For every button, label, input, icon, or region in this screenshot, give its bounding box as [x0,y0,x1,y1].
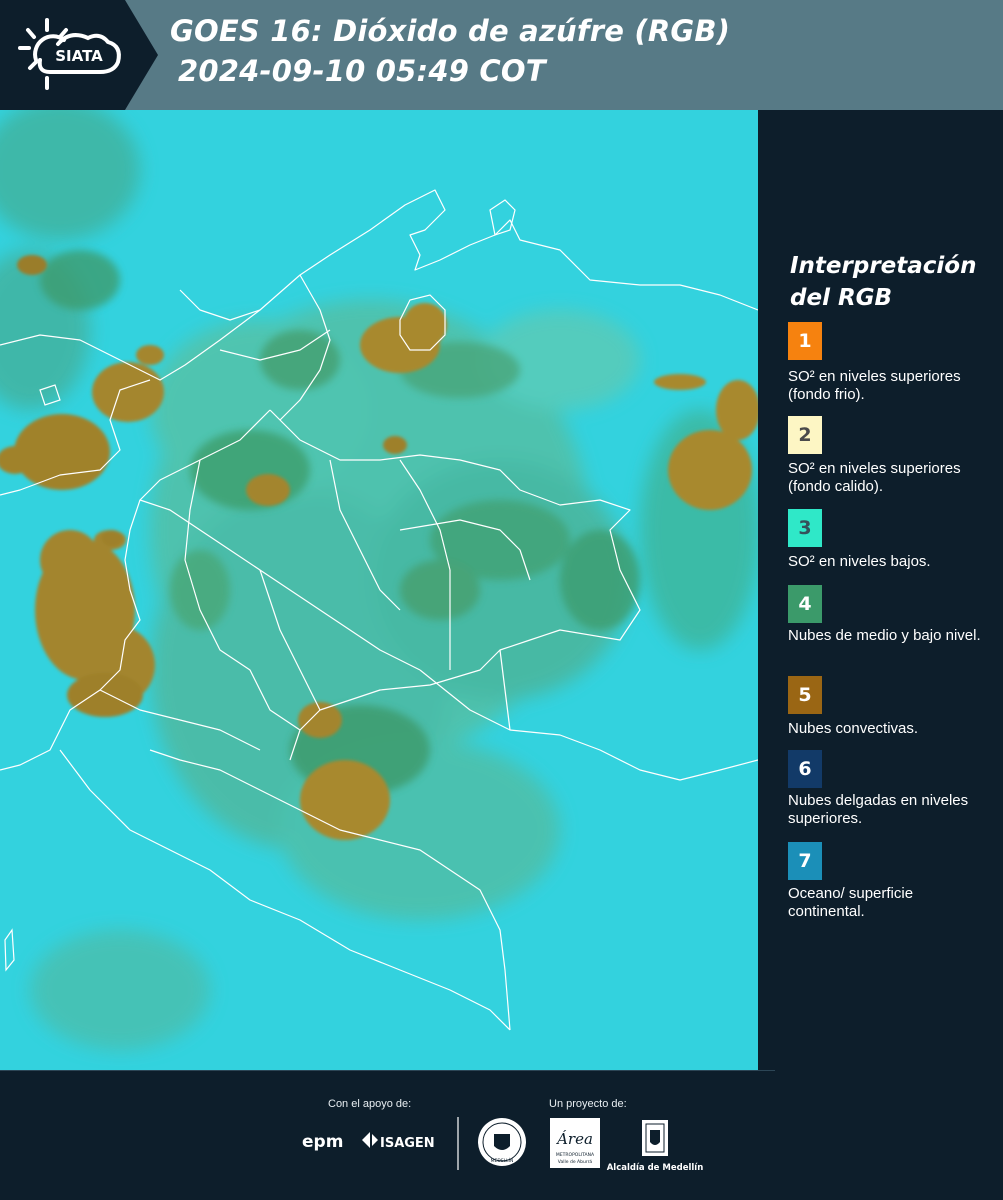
legend-panel: Interpretación del RGB 1 SO² en niveles … [760,110,1003,1070]
legend-number: 5 [798,684,812,706]
area-logo-sub1: METROPOLITANA [556,1152,595,1158]
legend-label-3: SO² en niveles bajos. [788,553,931,570]
legend-number: 2 [798,424,812,446]
legend-label-4: Nubes de medio y bajo nivel. [788,627,981,644]
support-label: Con el apoyo de: [328,1098,412,1110]
legend-swatch-7: 7 [788,842,822,880]
satellite-map[interactable] [0,110,758,1070]
medellin-seal-icon: MEDELLÍN [478,1118,526,1166]
legend-number: 3 [798,517,812,539]
legend-label-5: Nubes convectivas. [788,720,919,737]
legend-label-2: SO² en niveles superiores (fondo calido)… [788,460,961,495]
legend-title-line1: Interpretación [790,253,977,279]
legend-number: 6 [798,758,812,780]
area-metropolitana-logo: Área METROPOLITANA Valle de Aburrá [550,1118,600,1168]
page-title: GOES 16: Dióxido de azúfre (RGB) [170,14,731,48]
alcaldia-logo-text: Alcaldía de Medellín [607,1163,704,1173]
epm-logo: epm [302,1132,343,1152]
legend-number: 4 [798,593,812,615]
legend-label-1: SO² en niveles superiores (fondo frio). [788,368,961,403]
footer-divider [0,1070,775,1071]
siata-logo-text: SIATA [55,47,103,65]
legend-title-line2: del RGB [790,285,893,311]
isagen-logo: ISAGEN [380,1136,435,1151]
area-logo-sub2: Valle de Aburrá [558,1158,593,1165]
legend-label-6: Nubes delgadas en niveles superiores. [788,792,969,827]
footer: Con el apoyo de: Un proyecto de: epm ISA… [0,1070,1003,1200]
siata-logo: SIATA [0,0,158,110]
project-label: Un proyecto de: [549,1098,627,1110]
legend-number: 7 [798,850,812,872]
sponsor-logos: epm ISAGEN MEDELLÍN Área METROPOLITANA V… [302,1117,704,1173]
area-logo-text: Área [555,1130,593,1148]
isagen-icon [362,1132,378,1148]
alcaldia-logo: Alcaldía de Medellín [607,1120,704,1173]
legend-label-7: Oceano/ superficie continental. [788,885,914,920]
timestamp: 2024-09-10 05:49 COT [178,54,546,88]
legend-swatch-3: 3 [788,509,822,547]
legend-number: 1 [798,330,812,352]
medellin-seal-text: MEDELLÍN [491,1157,514,1164]
legend-swatch-5: 5 [788,676,822,714]
header-bar: SIATA GOES 16: Dióxido de azúfre (RGB) 2… [0,0,1003,110]
legend-swatch-4: 4 [788,585,822,623]
legend-swatch-1: 1 [788,322,822,360]
legend-title: Interpretación del RGB [790,250,990,314]
legend-swatch-2: 2 [788,416,822,454]
legend-swatch-6: 6 [788,750,822,788]
